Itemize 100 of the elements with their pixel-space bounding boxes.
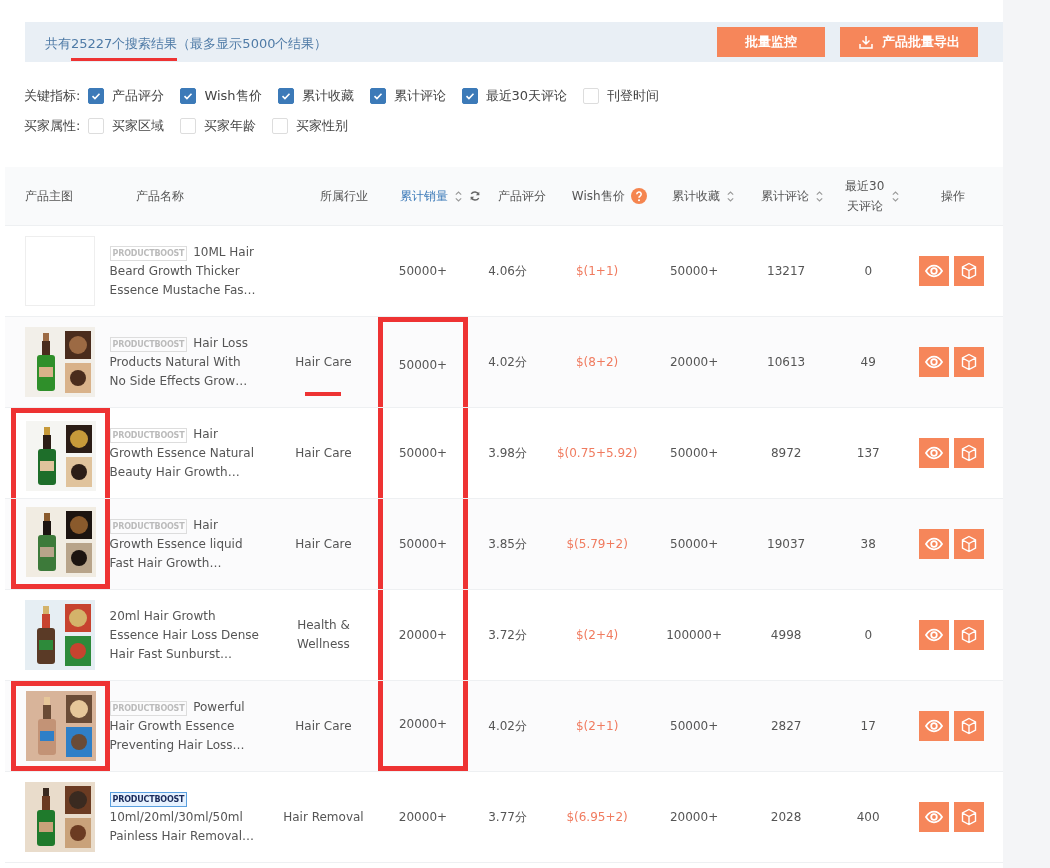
price-cell: $(8+2) bbox=[575, 355, 619, 369]
view-button[interactable] bbox=[919, 438, 950, 468]
rating-cell: 4.06分 bbox=[488, 262, 527, 280]
sales-cell: 20000+ bbox=[398, 628, 448, 642]
reviews-cell: 19037 bbox=[767, 537, 806, 551]
view-button[interactable] bbox=[919, 802, 950, 832]
price-cell: $(0.75+5.92) bbox=[556, 446, 638, 460]
sales-cell: 50000+ bbox=[398, 446, 448, 460]
column-header: 所属行业 bbox=[319, 187, 368, 205]
sort-icon[interactable] bbox=[453, 189, 463, 203]
favorites-cell: 20000+ bbox=[670, 355, 719, 369]
sales-cell: 50000+ bbox=[398, 357, 448, 372]
industry-text: Hair Care bbox=[295, 717, 352, 735]
checkbox-label: 累计评论 bbox=[393, 87, 446, 105]
checkbox-label: 买家区域 bbox=[112, 117, 165, 135]
checkbox[interactable] bbox=[88, 88, 105, 104]
recent-reviews-cell: 0 bbox=[864, 264, 872, 278]
favorites-cell: 50000+ bbox=[669, 264, 719, 278]
product-button[interactable] bbox=[954, 529, 985, 559]
checkbox[interactable] bbox=[277, 88, 294, 104]
recent-reviews-cell: 17 bbox=[860, 719, 876, 733]
reviews-cell: 2827 bbox=[770, 719, 802, 733]
checkbox[interactable] bbox=[461, 88, 478, 104]
product-button[interactable] bbox=[954, 802, 985, 832]
reviews-cell: 13217 bbox=[767, 264, 806, 278]
price-cell: $(1+1) bbox=[575, 264, 619, 278]
product-name[interactable]: PRODUCTBOOST Hair Growth Essence Natural Beauty Hair Growth… bbox=[109, 424, 260, 482]
favorites-cell: 20000+ bbox=[669, 810, 719, 824]
sales-cell: 50000+ bbox=[398, 537, 448, 551]
reviews-cell: 2028 bbox=[770, 810, 802, 824]
favorites-cell: 50000+ bbox=[670, 446, 719, 460]
product-button[interactable] bbox=[954, 711, 985, 741]
recent-reviews-cell: 38 bbox=[860, 537, 876, 551]
column-header: 产品评分 bbox=[498, 187, 547, 205]
reviews-cell: 4998 bbox=[770, 628, 802, 642]
checkbox-label: 买家性别 bbox=[296, 117, 349, 135]
filter-label: 买家属性: bbox=[24, 117, 81, 135]
column-header[interactable]: 最近30天评论 bbox=[844, 176, 885, 216]
checkbox[interactable] bbox=[369, 88, 386, 104]
result-count-text: 共有25227个搜索结果（最多显示5000个结果） bbox=[45, 23, 328, 61]
view-button[interactable] bbox=[919, 256, 950, 286]
rating-cell: 3.72分 bbox=[488, 626, 527, 644]
view-button[interactable] bbox=[919, 347, 950, 377]
favorites-cell: 50000+ bbox=[670, 537, 719, 551]
product-name[interactable]: PRODUCTBOOST 10ml/20ml/30ml/50ml Painless Hair Removal… bbox=[109, 788, 260, 846]
price-cell: $(5.79+2) bbox=[566, 537, 628, 551]
industry-text: Hair Care bbox=[295, 353, 352, 371]
recent-reviews-cell: 0 bbox=[864, 628, 872, 642]
checkbox[interactable] bbox=[180, 88, 197, 104]
recent-reviews-cell: 137 bbox=[856, 446, 880, 460]
sales-cell: 50000+ bbox=[398, 264, 448, 278]
rating-cell: 3.77分 bbox=[488, 808, 527, 826]
column-header[interactable]: 累计评论 bbox=[761, 187, 810, 205]
refresh-icon[interactable] bbox=[468, 190, 481, 202]
download-icon bbox=[858, 34, 874, 50]
product-button[interactable] bbox=[954, 347, 985, 377]
sort-icon[interactable] bbox=[890, 189, 900, 203]
view-button[interactable] bbox=[919, 529, 950, 559]
product-name[interactable]: PRODUCTBOOST Hair Loss Products Natural With No Side Effects Grow… bbox=[109, 333, 260, 391]
checkbox-label: 最近30天评论 bbox=[485, 87, 568, 105]
column-header: Wish售价 bbox=[571, 187, 625, 205]
reviews-cell: 8972 bbox=[770, 446, 802, 460]
price-cell: $(6.95+2) bbox=[566, 810, 628, 824]
rating-cell: 3.85分 bbox=[488, 535, 527, 553]
product-name[interactable]: PRODUCTBOOST Powerful Hair Growth Essence Preventing Hair Loss… bbox=[109, 697, 260, 755]
help-icon[interactable] bbox=[630, 188, 647, 204]
sort-icon[interactable] bbox=[815, 189, 825, 203]
favorites-cell: 50000+ bbox=[670, 719, 719, 733]
column-header: 产品名称 bbox=[136, 187, 185, 205]
industry-text: Health & Wellness bbox=[296, 617, 351, 653]
view-button[interactable] bbox=[919, 711, 950, 741]
favorites-cell: 100000+ bbox=[666, 628, 723, 642]
product-button[interactable] bbox=[954, 620, 985, 650]
product-name[interactable]: PRODUCTBOOST Hair Growth Essence liquid Fast Hair Growth… bbox=[109, 515, 260, 573]
column-header: 产品主图 bbox=[25, 187, 73, 205]
price-cell: $(2+1) bbox=[576, 719, 619, 733]
product-name[interactable]: PRODUCTBOOST 10ML Hair Beard Growth Thicker Essence Mustache Fas… bbox=[109, 242, 260, 300]
product-button[interactable] bbox=[954, 438, 985, 468]
sales-cell: 20000+ bbox=[398, 716, 448, 731]
recent-reviews-cell: 400 bbox=[856, 810, 880, 824]
checkbox-label: 买家年龄 bbox=[204, 117, 257, 135]
recent-reviews-cell: 49 bbox=[860, 355, 876, 369]
column-header[interactable]: 累计收藏 bbox=[671, 187, 720, 205]
checkbox-label: Wish售价 bbox=[204, 87, 262, 105]
sort-icon[interactable] bbox=[725, 189, 735, 203]
checkbox-label: 产品评分 bbox=[112, 87, 165, 105]
reviews-cell: 10613 bbox=[767, 355, 806, 369]
checkbox-label: 累计收藏 bbox=[301, 87, 354, 105]
price-cell: $(2+4) bbox=[575, 628, 619, 642]
rating-cell: 4.02分 bbox=[488, 353, 527, 371]
filter-label: 关键指标: bbox=[24, 87, 81, 105]
rating-cell: 4.02分 bbox=[488, 717, 527, 735]
product-name[interactable]: 20ml Hair Growth Essence Hair Loss Dense Hair Fast Sunburst… bbox=[109, 606, 260, 664]
rating-cell: 3.98分 bbox=[488, 444, 527, 462]
column-header[interactable]: 累计销量 bbox=[399, 187, 448, 205]
column-header: 操作 bbox=[941, 187, 966, 205]
industry-text: Hair Removal bbox=[283, 808, 364, 826]
product-button[interactable] bbox=[954, 256, 985, 286]
industry-text: Hair Care bbox=[295, 444, 352, 462]
view-button[interactable] bbox=[919, 620, 950, 650]
